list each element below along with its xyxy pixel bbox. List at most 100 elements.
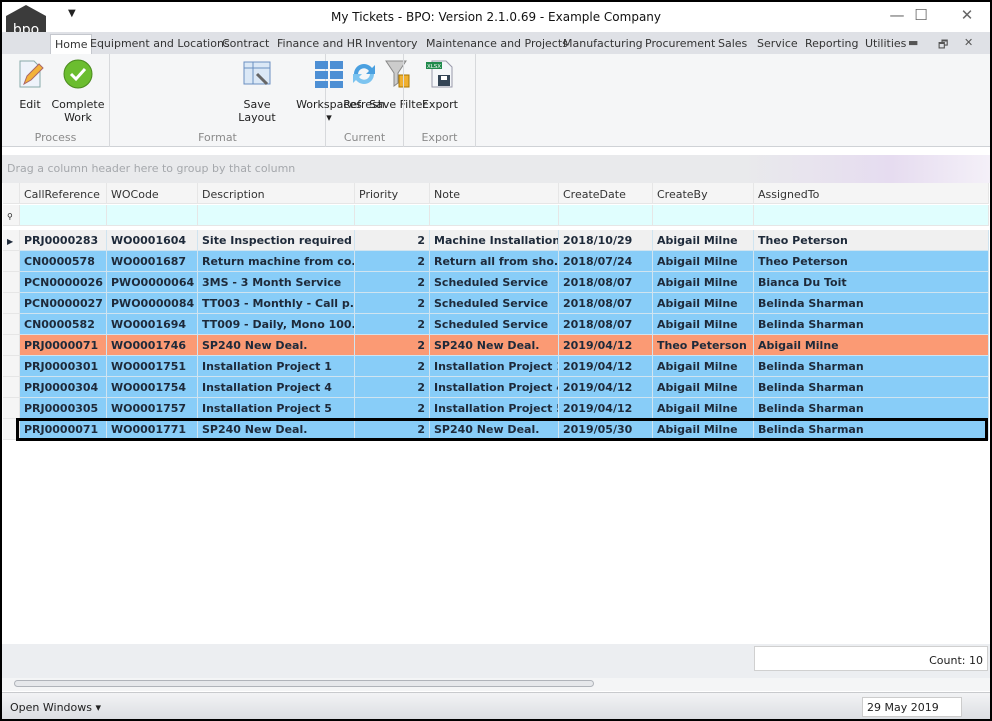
row-indicator[interactable] <box>3 293 20 314</box>
table-row[interactable]: ▶ PRJ0000283 WO0001604 Site Inspection requ… <box>3 230 989 251</box>
cell-callreference[interactable]: PRJ0000071 <box>20 419 107 440</box>
cell-createby[interactable]: Abigail Milne <box>653 230 754 251</box>
open-windows-button[interactable]: Open Windows ▾ <box>10 701 101 714</box>
filter-cell-note[interactable] <box>430 205 559 226</box>
row-indicator[interactable] <box>3 272 20 293</box>
cell-createdate[interactable]: 2018/08/07 <box>559 293 653 314</box>
complete-work-button[interactable]: Complete Work <box>50 58 106 124</box>
cell-description[interactable]: SP240 New Deal. <box>198 335 355 356</box>
cell-note[interactable]: SP240 New Deal. <box>430 419 559 440</box>
cell-wocode[interactable]: WO0001604 <box>107 230 198 251</box>
column-header-assignedto[interactable]: AssignedTo <box>754 183 989 204</box>
cell-wocode[interactable]: WO0001754 <box>107 377 198 398</box>
table-row[interactable]: PCN0000027 PWO0000084 TT003 - Monthly - Ca… <box>3 293 989 314</box>
cell-priority[interactable]: 2 <box>355 230 430 251</box>
auto-filter-row[interactable]: ⚲ <box>3 205 989 226</box>
cell-priority[interactable]: 2 <box>355 398 430 419</box>
tab-contract[interactable]: Contract <box>222 37 269 50</box>
cell-note[interactable]: Scheduled Service <box>430 314 559 335</box>
cell-createby[interactable]: Abigail Milne <box>653 419 754 440</box>
filter-cell-description[interactable] <box>198 205 355 226</box>
cell-note[interactable]: Machine Installation <box>430 230 559 251</box>
cell-wocode[interactable]: WO0001694 <box>107 314 198 335</box>
cell-callreference[interactable]: PCN0000026 <box>20 272 107 293</box>
column-header-createdate[interactable]: CreateDate <box>559 183 653 204</box>
cell-note[interactable]: Installation Project 1 <box>430 356 559 377</box>
cell-assignedto[interactable]: Theo Peterson <box>754 251 989 272</box>
date-field[interactable]: 29 May 2019 <box>862 697 962 717</box>
cell-priority[interactable]: 2 <box>355 293 430 314</box>
cell-assignedto[interactable]: Belinda Sharman <box>754 356 989 377</box>
cell-priority[interactable]: 2 <box>355 314 430 335</box>
cell-callreference[interactable]: PRJ0000305 <box>20 398 107 419</box>
filter-cell-wocode[interactable] <box>107 205 198 226</box>
column-header-description[interactable]: Description <box>198 183 355 204</box>
table-row[interactable]: PRJ0000305 WO0001757 Installation Project … <box>3 398 989 419</box>
edit-button[interactable]: Edit <box>10 58 50 111</box>
table-row[interactable]: PRJ0000304 WO0001754 Installation Project … <box>3 377 989 398</box>
column-header-createby[interactable]: CreateBy <box>653 183 754 204</box>
cell-wocode[interactable]: WO0001771 <box>107 419 198 440</box>
table-row[interactable]: PRJ0000071 WO0001771 SP240 New Deal. 2 SP240… <box>3 418 989 441</box>
cell-priority[interactable]: 2 <box>355 356 430 377</box>
tab-manufacturing[interactable]: Manufacturing <box>563 37 643 50</box>
cell-note[interactable]: Installation Project 5 <box>430 398 559 419</box>
column-header-note[interactable]: Note <box>430 183 559 204</box>
row-indicator[interactable] <box>3 377 20 398</box>
cell-assignedto[interactable]: Theo Peterson <box>754 230 989 251</box>
cell-createby[interactable]: Abigail Milne <box>653 356 754 377</box>
tab-equipment-and-locations[interactable]: Equipment and Locations <box>90 37 230 50</box>
cell-description[interactable]: Return machine from co... <box>198 251 355 272</box>
export-button[interactable]: XLSX Export <box>412 58 468 111</box>
cell-createdate[interactable]: 2019/04/12 <box>559 356 653 377</box>
tab-home[interactable]: Home <box>50 34 93 55</box>
filter-cell-priority[interactable] <box>355 205 430 226</box>
cell-createdate[interactable]: 2018/08/07 <box>559 314 653 335</box>
row-indicator[interactable]: ▶ <box>3 230 20 251</box>
cell-description[interactable]: Installation Project 4 <box>198 377 355 398</box>
table-row[interactable]: CN0000578 WO0001687 Return machine from co… <box>3 251 989 272</box>
cell-wocode[interactable]: WO0001746 <box>107 335 198 356</box>
cell-callreference[interactable]: PCN0000027 <box>20 293 107 314</box>
cell-priority[interactable]: 2 <box>355 419 430 440</box>
cell-createby[interactable]: Abigail Milne <box>653 293 754 314</box>
tab-finance-and-hr[interactable]: Finance and HR <box>277 37 363 50</box>
cell-createby[interactable]: Abigail Milne <box>653 314 754 335</box>
cell-callreference[interactable]: PRJ0000301 <box>20 356 107 377</box>
cell-description[interactable]: Site Inspection required <box>198 230 355 251</box>
table-row[interactable]: PCN0000026 PWO0000064 3MS - 3 Month Servic… <box>3 272 989 293</box>
row-indicator[interactable] <box>3 251 20 272</box>
column-header-priority[interactable]: Priority <box>355 183 430 204</box>
cell-createdate[interactable]: 2019/04/12 <box>559 377 653 398</box>
cell-note[interactable]: Scheduled Service <box>430 272 559 293</box>
cell-priority[interactable]: 2 <box>355 251 430 272</box>
cell-callreference[interactable]: CN0000578 <box>20 251 107 272</box>
filter-cell-createby[interactable] <box>653 205 754 226</box>
mdi-minimize-button[interactable]: ▬ <box>908 36 918 49</box>
row-indicator[interactable] <box>3 398 20 419</box>
cell-createdate[interactable]: 2018/10/29 <box>559 230 653 251</box>
cell-assignedto[interactable]: Abigail Milne <box>754 335 989 356</box>
cell-callreference[interactable]: PRJ0000304 <box>20 377 107 398</box>
row-indicator[interactable] <box>3 314 20 335</box>
cell-createdate[interactable]: 2019/04/12 <box>559 335 653 356</box>
tab-utilities[interactable]: Utilities <box>865 37 906 50</box>
cell-createby[interactable]: Abigail Milne <box>653 251 754 272</box>
cell-note[interactable]: SP240 New Deal. <box>430 335 559 356</box>
cell-note[interactable]: Return all from sho... <box>430 251 559 272</box>
row-indicator[interactable] <box>3 335 20 356</box>
cell-priority[interactable]: 2 <box>355 335 430 356</box>
cell-createdate[interactable]: 2019/04/12 <box>559 398 653 419</box>
tab-service[interactable]: Service <box>757 37 798 50</box>
table-row[interactable]: PRJ0000301 WO0001751 Installation Project … <box>3 356 989 377</box>
save-layout-button[interactable]: Save Layout <box>224 58 290 124</box>
cell-description[interactable]: Installation Project 5 <box>198 398 355 419</box>
cell-createby[interactable]: Abigail Milne <box>653 272 754 293</box>
cell-priority[interactable]: 2 <box>355 272 430 293</box>
cell-createby[interactable]: Theo Peterson <box>653 335 754 356</box>
cell-assignedto[interactable]: Belinda Sharman <box>754 398 989 419</box>
cell-assignedto[interactable]: Bianca Du Toit <box>754 272 989 293</box>
column-header-callreference[interactable]: CallReference <box>20 183 107 204</box>
row-indicator[interactable] <box>3 419 20 440</box>
cell-note[interactable]: Scheduled Service <box>430 293 559 314</box>
